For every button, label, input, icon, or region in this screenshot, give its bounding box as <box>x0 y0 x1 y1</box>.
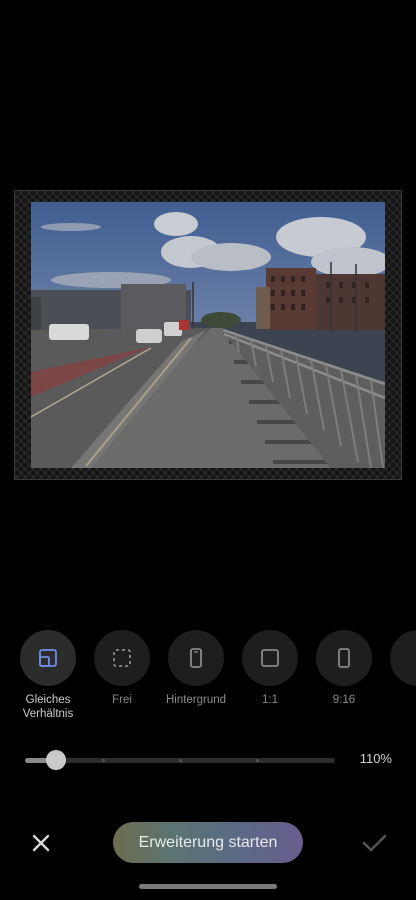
option-9-16[interactable]: 9:16 <box>306 630 382 707</box>
option-more-circle[interactable] <box>390 630 416 686</box>
zoom-value: 110% <box>359 751 392 766</box>
phone-background-icon <box>190 648 202 668</box>
start-expansion-button[interactable]: Erweiterung starten <box>113 822 303 863</box>
zoom-slider[interactable] <box>25 748 335 772</box>
option-9-16-label: 9:16 <box>332 694 356 706</box>
free-crop-icon <box>113 649 131 667</box>
option-background-circle[interactable] <box>168 630 224 686</box>
option-same-ratio-circle[interactable] <box>20 630 76 686</box>
slider-tick <box>102 759 105 762</box>
same-ratio-icon <box>39 649 57 667</box>
option-more[interactable] <box>380 630 416 686</box>
home-indicator <box>139 884 277 889</box>
photo-preview[interactable] <box>31 202 385 468</box>
option-free[interactable]: Frei <box>84 630 160 707</box>
checkmark-icon <box>362 834 387 852</box>
portrait-ratio-icon <box>338 648 350 668</box>
option-free-label: Frei <box>112 694 132 706</box>
aspect-options: Gleiches Verhältnis Frei Hintergrund 1:1 <box>0 630 416 730</box>
option-1-1-circle[interactable] <box>242 630 298 686</box>
slider-tick <box>179 759 182 762</box>
canvas-frame <box>14 190 402 480</box>
option-background[interactable]: Hintergrund <box>158 630 234 707</box>
option-free-circle[interactable] <box>94 630 150 686</box>
option-9-16-circle[interactable] <box>316 630 372 686</box>
slider-tick <box>256 759 259 762</box>
start-expansion-label: Erweiterung starten <box>138 833 278 851</box>
option-same-ratio-label: Gleiches Verhältnis <box>22 694 74 720</box>
close-icon <box>32 834 50 852</box>
option-1-1[interactable]: 1:1 <box>232 630 308 707</box>
close-button[interactable] <box>26 828 56 858</box>
option-1-1-label: 1:1 <box>262 694 278 706</box>
slider-thumb[interactable] <box>46 750 66 770</box>
confirm-button[interactable] <box>358 828 390 858</box>
option-background-label: Hintergrund <box>165 694 227 706</box>
option-same-ratio[interactable]: Gleiches Verhältnis <box>10 630 86 721</box>
square-icon <box>261 649 279 667</box>
